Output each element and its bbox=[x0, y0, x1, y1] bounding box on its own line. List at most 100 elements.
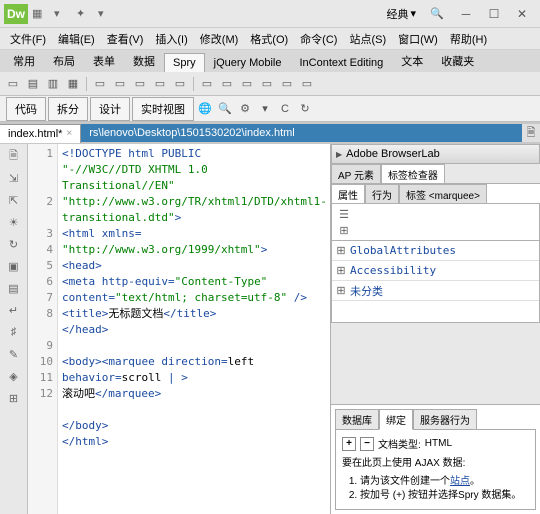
close-icon[interactable]: × bbox=[66, 128, 72, 139]
spry-tool-icon[interactable]: ▭ bbox=[91, 75, 109, 93]
view-button[interactable]: 设计 bbox=[90, 97, 130, 121]
menu-item[interactable]: 命令(C) bbox=[294, 29, 343, 49]
document-tab[interactable]: index.html* × bbox=[0, 124, 81, 143]
insert-tab[interactable]: 文本 bbox=[392, 49, 432, 72]
property-tab[interactable]: 属性 bbox=[331, 184, 365, 203]
property-tab[interactable]: 标签 <marquee> bbox=[399, 184, 487, 203]
bindings-tab[interactable]: 服务器行为 bbox=[413, 409, 477, 430]
insert-tab[interactable]: 收藏夹 bbox=[432, 49, 483, 72]
insert-tab[interactable]: 常用 bbox=[4, 49, 44, 72]
inspector-tab[interactable]: AP 元素 bbox=[331, 164, 381, 183]
add-button[interactable]: + bbox=[342, 437, 356, 451]
workspace-switcher[interactable]: 经典 ▾ bbox=[380, 4, 422, 24]
file-icon[interactable]: 🗎 bbox=[522, 124, 540, 142]
highlight-icon[interactable]: ☀ bbox=[6, 214, 22, 230]
spry-tool-icon[interactable]: ▭ bbox=[111, 75, 129, 93]
list-view-icon[interactable]: ☰ bbox=[336, 206, 352, 222]
spry-tool-icon[interactable]: ▦ bbox=[64, 75, 82, 93]
insert-tab[interactable]: 数据 bbox=[124, 49, 164, 72]
spry-tool-icon[interactable]: ▤ bbox=[24, 75, 42, 93]
category-view-icon[interactable]: ⊞ bbox=[336, 222, 352, 238]
tool-icon[interactable]: ⊞ bbox=[6, 390, 22, 406]
view-button[interactable]: 代码 bbox=[6, 97, 46, 121]
dropdown-icon[interactable]: ▾ bbox=[98, 7, 112, 21]
view-button[interactable]: 拆分 bbox=[48, 97, 88, 121]
view-tool-icon[interactable]: 🌐 bbox=[196, 100, 214, 118]
maximize-button[interactable]: ☐ bbox=[480, 4, 508, 24]
expand-icon[interactable]: ⊞ bbox=[336, 284, 346, 297]
view-tool-icon[interactable]: ↻ bbox=[296, 100, 314, 118]
attribute-group-row[interactable]: ⊞未分类 bbox=[332, 281, 539, 301]
insert-tab[interactable]: jQuery Mobile bbox=[205, 53, 291, 72]
menu-item[interactable]: 格式(O) bbox=[244, 29, 294, 49]
tool-icon[interactable]: ♯ bbox=[6, 324, 22, 340]
inspector-tabs: AP 元素标签检查器 bbox=[331, 164, 540, 184]
insert-tab[interactable]: 表单 bbox=[84, 49, 124, 72]
view-tool-icon[interactable]: 🔍 bbox=[216, 100, 234, 118]
insert-tabstrip: 常用布局表单数据SpryjQuery MobileInContext Editi… bbox=[0, 50, 540, 72]
menu-item[interactable]: 文件(F) bbox=[4, 29, 52, 49]
view-tool-icon[interactable]: ⚙ bbox=[236, 100, 254, 118]
search-icon[interactable]: 🔍 bbox=[430, 7, 444, 21]
browserlab-label: Adobe BrowserLab bbox=[346, 148, 440, 160]
tool-icon[interactable]: ▤ bbox=[6, 280, 22, 296]
dropdown-icon[interactable]: ▾ bbox=[54, 7, 68, 21]
remove-button[interactable]: − bbox=[360, 437, 374, 451]
menu-item[interactable]: 修改(M) bbox=[194, 29, 245, 49]
menubar: 文件(F)编辑(E)查看(V)插入(I)修改(M)格式(O)命令(C)站点(S)… bbox=[0, 28, 540, 50]
code-editor[interactable]: 123456789101112 <!DOCTYPE html PUBLIC"-/… bbox=[28, 144, 330, 514]
line-gutter: 123456789101112 bbox=[28, 144, 58, 514]
attribute-group-row[interactable]: ⊞GlobalAttributes bbox=[332, 241, 539, 261]
spry-tool-icon[interactable]: ▭ bbox=[238, 75, 256, 93]
menu-item[interactable]: 插入(I) bbox=[149, 29, 193, 49]
spry-tool-icon[interactable]: ▭ bbox=[278, 75, 296, 93]
code-content[interactable]: <!DOCTYPE html PUBLIC"-//W3C//DTD XHTML … bbox=[58, 144, 330, 514]
layout-icon[interactable]: ▦ bbox=[32, 7, 46, 21]
spry-tool-icon[interactable]: ▭ bbox=[4, 75, 22, 93]
inspector-tab[interactable]: 标签检查器 bbox=[381, 164, 445, 183]
file-icon[interactable]: 🗎 bbox=[6, 148, 22, 164]
menu-item[interactable]: 编辑(E) bbox=[52, 29, 101, 49]
bindings-tab[interactable]: 绑定 bbox=[379, 409, 413, 430]
spry-tool-icon[interactable]: ▭ bbox=[258, 75, 276, 93]
view-button[interactable]: 实时视图 bbox=[132, 97, 194, 121]
extend-icon[interactable]: ✦ bbox=[76, 7, 90, 21]
format-icon[interactable]: ✎ bbox=[6, 346, 22, 362]
insert-tab[interactable]: Spry bbox=[164, 53, 205, 72]
spry-tool-icon[interactable]: ▭ bbox=[171, 75, 189, 93]
expand-icon[interactable]: ⇱ bbox=[6, 192, 22, 208]
doc-type-label: 文档类型: bbox=[378, 436, 421, 451]
insert-tab[interactable]: 布局 bbox=[44, 49, 84, 72]
main-area: 🗎 ⇲ ⇱ ☀ ↻ ▣ ▤ ↵ ♯ ✎ ◈ ⊞ 123456789101112 … bbox=[0, 144, 540, 514]
wrap-icon[interactable]: ↵ bbox=[6, 302, 22, 318]
tool-icon[interactable]: ◈ bbox=[6, 368, 22, 384]
spry-tool-icon[interactable]: ▭ bbox=[218, 75, 236, 93]
ajax-title: 要在此页上使用 AJAX 数据: bbox=[342, 457, 529, 471]
view-tool-icon[interactable]: C bbox=[276, 100, 294, 118]
minimize-button[interactable]: ─ bbox=[452, 4, 480, 24]
menu-item[interactable]: 站点(S) bbox=[343, 29, 392, 49]
browserlab-panel-header[interactable]: ▶ Adobe BrowserLab bbox=[331, 144, 540, 164]
attr-group-label: Accessibility bbox=[350, 264, 436, 277]
menu-item[interactable]: 帮助(H) bbox=[444, 29, 493, 49]
spry-tool-icon[interactable]: ▭ bbox=[131, 75, 149, 93]
insert-tab[interactable]: InContext Editing bbox=[290, 53, 392, 72]
spry-tool-icon[interactable]: ▭ bbox=[151, 75, 169, 93]
menu-item[interactable]: 窗口(W) bbox=[392, 29, 444, 49]
menu-item[interactable]: 查看(V) bbox=[101, 29, 150, 49]
bindings-tab[interactable]: 数据库 bbox=[335, 409, 379, 430]
expand-icon[interactable]: ⊞ bbox=[336, 264, 346, 277]
property-tab[interactable]: 行为 bbox=[365, 184, 399, 203]
spry-tool-icon[interactable]: ▭ bbox=[198, 75, 216, 93]
view-tool-icon[interactable]: ▾ bbox=[256, 100, 274, 118]
expand-icon[interactable]: ⊞ bbox=[336, 244, 346, 257]
spry-tool-icon[interactable]: ▭ bbox=[298, 75, 316, 93]
tool-icon[interactable]: ▣ bbox=[6, 258, 22, 274]
bindings-tabs: 数据库绑定服务器行为 bbox=[335, 409, 536, 430]
spry-tool-icon[interactable]: ▥ bbox=[44, 75, 62, 93]
collapse-icon[interactable]: ⇲ bbox=[6, 170, 22, 186]
separator bbox=[193, 77, 194, 91]
attribute-group-row[interactable]: ⊞ Accessibility bbox=[332, 261, 539, 281]
close-button[interactable]: ✕ bbox=[508, 4, 536, 24]
refresh-icon[interactable]: ↻ bbox=[6, 236, 22, 252]
